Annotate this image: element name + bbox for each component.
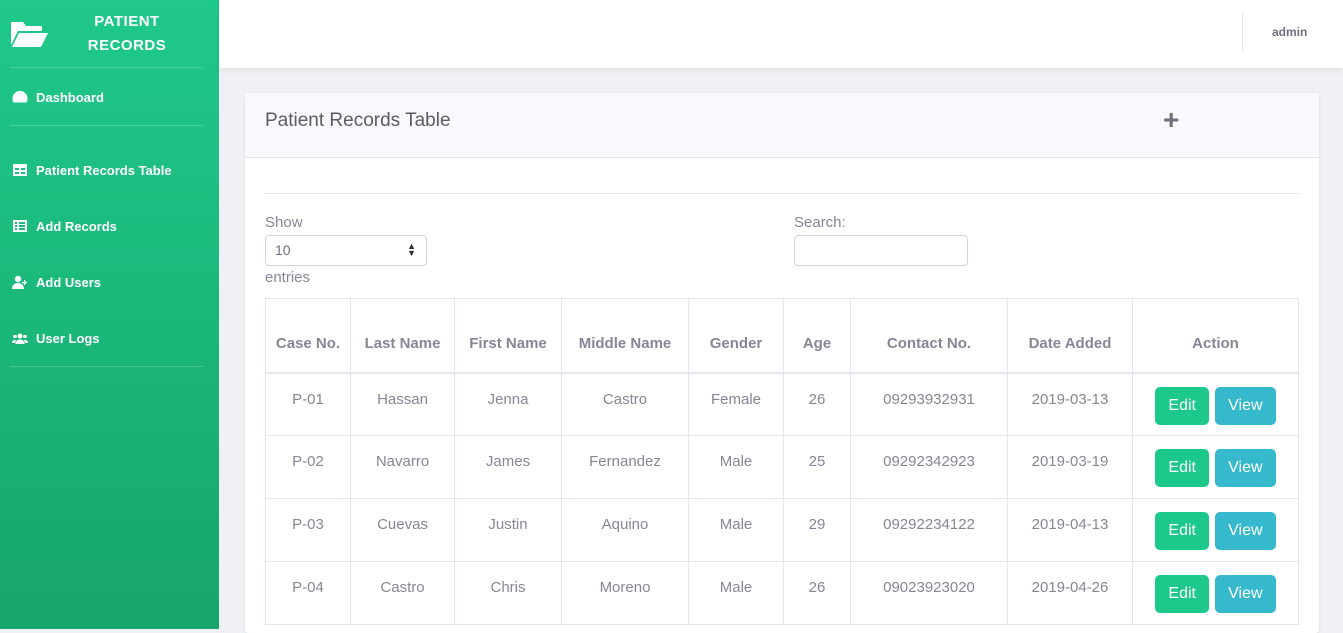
table-cell: 09023923020 [850, 561, 1008, 625]
sidebar-label: Add Users [36, 274, 102, 290]
view-button[interactable]: View [1215, 512, 1276, 550]
table-cell: 25 [783, 435, 851, 499]
table-cell: Cuevas [350, 498, 455, 562]
table-cell: P-04 [265, 561, 351, 625]
table-cell: P-03 [265, 498, 351, 562]
topbar-divider [1242, 13, 1243, 51]
view-button[interactable]: View [1215, 449, 1276, 487]
edit-button[interactable]: Edit [1155, 449, 1209, 487]
action-cell: Edit View [1132, 561, 1299, 625]
table-cell: 09292234122 [850, 498, 1008, 562]
sidebar-item-add-records[interactable]: Add Records [0, 216, 117, 236]
table-cell: Male [688, 435, 784, 499]
table-cell: Male [688, 561, 784, 625]
table-cell: 29 [783, 498, 851, 562]
edit-button[interactable]: Edit [1155, 575, 1209, 613]
table-cell: James [454, 435, 562, 499]
edit-button[interactable]: Edit [1155, 386, 1209, 425]
table-cell: 26 [783, 561, 851, 625]
table-cell: 09292342923 [850, 435, 1008, 499]
search-input[interactable] [794, 235, 968, 266]
table-icon [13, 164, 27, 176]
sidebar-item-patient-records-table[interactable]: Patient Records Table [0, 160, 172, 180]
user-menu[interactable]: admin [1272, 25, 1307, 39]
list-icon [13, 220, 27, 232]
column-header[interactable]: Case No. [265, 298, 351, 374]
user-plus-icon [12, 275, 27, 289]
card-header: Patient Records Table + [245, 93, 1319, 158]
table-cell: Navarro [350, 435, 455, 499]
sidebar-divider [10, 366, 203, 367]
divider [265, 193, 1299, 194]
add-record-plus-icon[interactable]: + [1163, 106, 1179, 134]
entries-select[interactable]: 10 ▲ ▼ [265, 235, 427, 266]
action-cell: Edit View [1132, 498, 1299, 562]
table-cell: Female [688, 372, 784, 436]
action-cell: Edit View [1132, 372, 1299, 436]
table-cell: Castro [561, 372, 689, 436]
column-header[interactable]: Contact No. [850, 298, 1008, 374]
table-cell: 2019-03-19 [1007, 435, 1133, 499]
sort-arrows-icon: ▲ ▼ [407, 241, 416, 258]
table-cell: 2019-03-13 [1007, 372, 1133, 436]
sidebar-item-user-logs[interactable]: User Logs [0, 328, 100, 348]
sidebar-item-dashboard[interactable]: Dashboard [0, 87, 104, 107]
column-header[interactable]: Gender [688, 298, 784, 374]
table-cell: 26 [783, 372, 851, 436]
table-cell: Hassan [350, 372, 455, 436]
entries-label: entries [265, 269, 311, 286]
view-button[interactable]: View [1215, 386, 1276, 425]
sidebar-label: Dashboard [36, 89, 104, 105]
table-row: P-04 Castro Chris Moreno Male 26 09023923020 20… [265, 561, 1299, 625]
search-label: Search: [794, 214, 846, 231]
card-title: Patient Records Table [265, 110, 451, 131]
column-header[interactable]: Middle Name [561, 298, 689, 374]
table-cell: Aquino [561, 498, 689, 562]
table-cell: Justin [454, 498, 562, 562]
folder-open-icon [11, 21, 48, 47]
column-header[interactable]: Action [1132, 298, 1299, 374]
table-cell: P-02 [265, 435, 351, 499]
table-cell: 2019-04-26 [1007, 561, 1133, 625]
table-cell: Fernandez [561, 435, 689, 499]
table-cell: Moreno [561, 561, 689, 625]
edit-button[interactable]: Edit [1155, 512, 1209, 550]
show-label: Show [265, 214, 303, 231]
sidebar-label: User Logs [36, 330, 100, 346]
entries-value: 10 [275, 242, 291, 258]
tachometer-icon [12, 91, 28, 103]
brand[interactable]: PATIENT RECORDS [10, 0, 203, 68]
table-cell: Castro [350, 561, 455, 625]
brand-title-1: PATIENT [94, 12, 160, 30]
table-cell: Chris [454, 561, 562, 625]
table-cell: 09293932931 [850, 372, 1008, 436]
sidebar-item-add-users[interactable]: Add Users [0, 272, 101, 292]
users-icon [12, 333, 28, 344]
topbar: admin [219, 0, 1343, 68]
column-header[interactable]: Last Name [350, 298, 455, 374]
table-cell: 2019-04-13 [1007, 498, 1133, 562]
brand-title-2: RECORDS [87, 36, 167, 54]
sidebar-label: Patient Records Table [36, 162, 172, 178]
column-header[interactable]: First Name [454, 298, 562, 374]
table-cell: P-01 [265, 372, 351, 436]
table-row: P-02 Navarro James Fernandez Male 25 092923429… [265, 435, 1299, 499]
column-header[interactable]: Date Added [1007, 298, 1133, 374]
sidebar-divider [10, 125, 203, 126]
table-cell: Jenna [454, 372, 562, 436]
table-row: P-01 Hassan Jenna Castro Female 26 09293932931… [265, 372, 1299, 436]
table-row: P-03 Cuevas Justin Aquino Male 29 09292234122 2… [265, 498, 1299, 562]
patient-records-card: Patient Records Table + Show 10 ▲ ▼ entrie… [245, 93, 1319, 633]
table-cell: Male [688, 498, 784, 562]
sidebar-label: Add Records [36, 218, 117, 234]
patient-records-table: Case No. Last Name First Name Middle Name Ge… [265, 298, 1299, 625]
sidebar: PATIENT RECORDS Dashboard Patient Records… [0, 0, 219, 629]
column-header[interactable]: Age [783, 298, 851, 374]
action-cell: Edit View [1132, 435, 1299, 499]
view-button[interactable]: View [1215, 575, 1276, 613]
